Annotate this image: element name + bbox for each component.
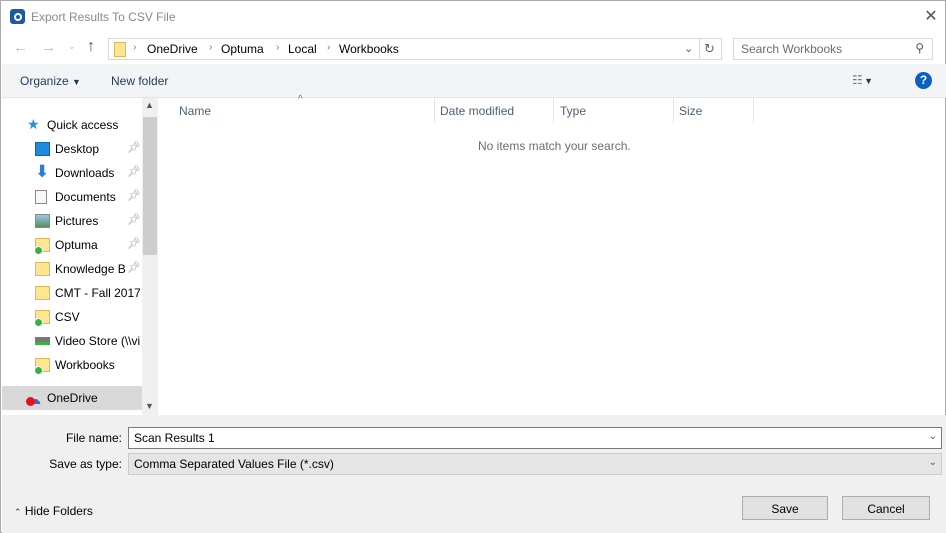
nav-label: Knowledge B — [55, 262, 125, 276]
breadcrumb-local[interactable]: Local — [288, 42, 317, 56]
organize-label: Organize — [20, 74, 69, 88]
nav-label: CMT - Fall 2017 — [55, 286, 140, 300]
nav-label: Video Store (\\vi — [55, 334, 140, 348]
toolbar: Organize ▼ New folder ☷ ▼ ? — [2, 64, 946, 98]
column-header-date-modified[interactable]: Date modified — [440, 104, 514, 118]
address-bar[interactable]: › OneDrive › Optuma › Local › Workbooks … — [108, 38, 722, 60]
cancel-button[interactable]: Cancel — [842, 496, 930, 520]
download-icon: ⬇ — [35, 162, 50, 181]
desktop-icon — [35, 142, 50, 156]
chevron-right-icon: › — [276, 42, 280, 53]
nav-label: OneDrive — [47, 391, 98, 405]
nav-item-csv[interactable]: CSV — [2, 305, 142, 329]
nav-item-cmt-fall-2017[interactable]: CMT - Fall 2017 — [2, 281, 142, 305]
column-header-size[interactable]: Size — [679, 104, 702, 118]
search-icon: ⚲ — [915, 41, 924, 55]
nav-item-workbooks[interactable]: Workbooks — [2, 353, 142, 377]
folder-icon — [114, 42, 126, 57]
pictures-icon — [35, 214, 50, 228]
network-drive-icon — [35, 337, 50, 345]
column-header-name[interactable]: Name — [179, 104, 211, 118]
hide-folders-button[interactable]: ⌃ Hide Folders — [14, 504, 93, 518]
help-icon[interactable]: ? — [915, 72, 932, 89]
breadcrumb-workbooks[interactable]: Workbooks — [339, 42, 399, 56]
nav-item-pictures[interactable]: Pictures 📌︎ — [2, 209, 142, 233]
chevron-down-icon[interactable]: ⌄ — [684, 42, 693, 55]
chevron-down-icon: ⌄ — [928, 457, 937, 468]
scrollbar-thumb[interactable] — [143, 117, 157, 255]
folder-synced-icon — [34, 310, 50, 327]
column-header-type[interactable]: Type — [560, 104, 586, 118]
new-folder-button[interactable]: New folder — [111, 74, 168, 88]
window-title: Export Results To CSV File — [31, 10, 176, 24]
chevron-up-icon: ⌃ — [14, 507, 22, 517]
file-name-input[interactable]: Scan Results 1 ⌄ — [128, 427, 942, 449]
nav-quick-access[interactable]: ★ Quick access — [2, 113, 142, 137]
forward-icon[interactable]: → — [41, 39, 56, 56]
pin-icon[interactable]: 📌︎ — [127, 189, 141, 202]
pin-icon[interactable]: 📌︎ — [127, 141, 141, 154]
pin-icon[interactable]: 📌︎ — [127, 237, 141, 250]
pin-icon[interactable]: 📌︎ — [127, 165, 141, 178]
save-type-label: Save as type: — [49, 457, 122, 471]
breadcrumb-optuma[interactable]: Optuma — [221, 42, 264, 56]
pin-icon[interactable]: 📌︎ — [127, 213, 141, 226]
navigation-pane: ★ Quick access Desktop 📌︎ ⬇ Downloads 📌︎ Do… — [2, 98, 142, 415]
breadcrumb-onedrive[interactable]: OneDrive — [147, 42, 198, 56]
up-icon[interactable]: ↑ — [87, 38, 95, 56]
close-icon[interactable]: ✕ — [919, 6, 943, 26]
star-icon: ★ — [27, 116, 40, 132]
save-dialog: Export Results To CSV File ✕ ← → ⌄ ↑ › O… — [0, 0, 946, 533]
folder-synced-icon — [34, 358, 50, 375]
save-type-value: Comma Separated Values File (*.csv) — [134, 457, 334, 471]
document-icon — [35, 190, 47, 204]
nav-item-documents[interactable]: Documents 📌︎ — [2, 185, 142, 209]
nav-item-onedrive[interactable]: ☁ OneDrive — [2, 386, 142, 410]
nav-label: Quick access — [47, 118, 119, 132]
chevron-down-icon[interactable]: ⌄ — [929, 431, 937, 442]
folder-synced-icon — [34, 238, 50, 255]
search-placeholder: Search Workbooks — [741, 42, 843, 56]
nav-label: Workbooks — [55, 358, 115, 372]
folder-icon — [35, 286, 50, 300]
nav-item-downloads[interactable]: ⬇ Downloads 📌︎ — [2, 161, 142, 185]
empty-message: No items match your search. — [478, 139, 631, 153]
scroll-up-icon[interactable]: ▲ — [145, 100, 154, 110]
nav-item-video-store[interactable]: Video Store (\\vi — [2, 329, 142, 353]
chevron-right-icon: › — [133, 42, 137, 53]
chevron-right-icon: › — [327, 42, 331, 53]
pin-icon[interactable]: 📌︎ — [127, 261, 141, 274]
nav-item-knowledge-base[interactable]: Knowledge B 📌︎ — [2, 257, 142, 281]
save-type-select[interactable]: Comma Separated Values File (*.csv) ⌄ — [128, 453, 942, 475]
nav-item-optuma[interactable]: Optuma 📌︎ — [2, 233, 142, 257]
app-logo-icon — [10, 9, 25, 24]
organize-button[interactable]: Organize ▼ — [20, 74, 81, 88]
view-options-icon[interactable]: ☷ ▼ — [852, 73, 873, 87]
file-name-label: File name: — [65, 431, 122, 445]
chevron-right-icon: › — [209, 42, 213, 53]
caret-down-icon: ▼ — [72, 77, 81, 87]
folder-icon — [35, 262, 50, 276]
save-button[interactable]: Save — [742, 496, 828, 520]
onedrive-error-icon: ☁ — [26, 391, 41, 408]
back-icon[interactable]: ← — [13, 39, 28, 56]
nav-item-desktop[interactable]: Desktop 📌︎ — [2, 137, 142, 161]
file-list: ^ Name Date modified Type Size No items … — [159, 94, 945, 415]
scroll-down-icon[interactable]: ▼ — [145, 401, 154, 411]
sort-ascending-icon: ^ — [298, 94, 303, 105]
hide-folders-label: Hide Folders — [24, 504, 93, 518]
file-name-value: Scan Results 1 — [134, 431, 215, 445]
refresh-icon[interactable]: ↻ — [704, 41, 715, 57]
search-input[interactable]: Search Workbooks ⚲ — [733, 38, 933, 60]
nav-label: CSV — [55, 310, 80, 324]
recent-dropdown-icon[interactable]: ⌄ — [68, 41, 76, 52]
